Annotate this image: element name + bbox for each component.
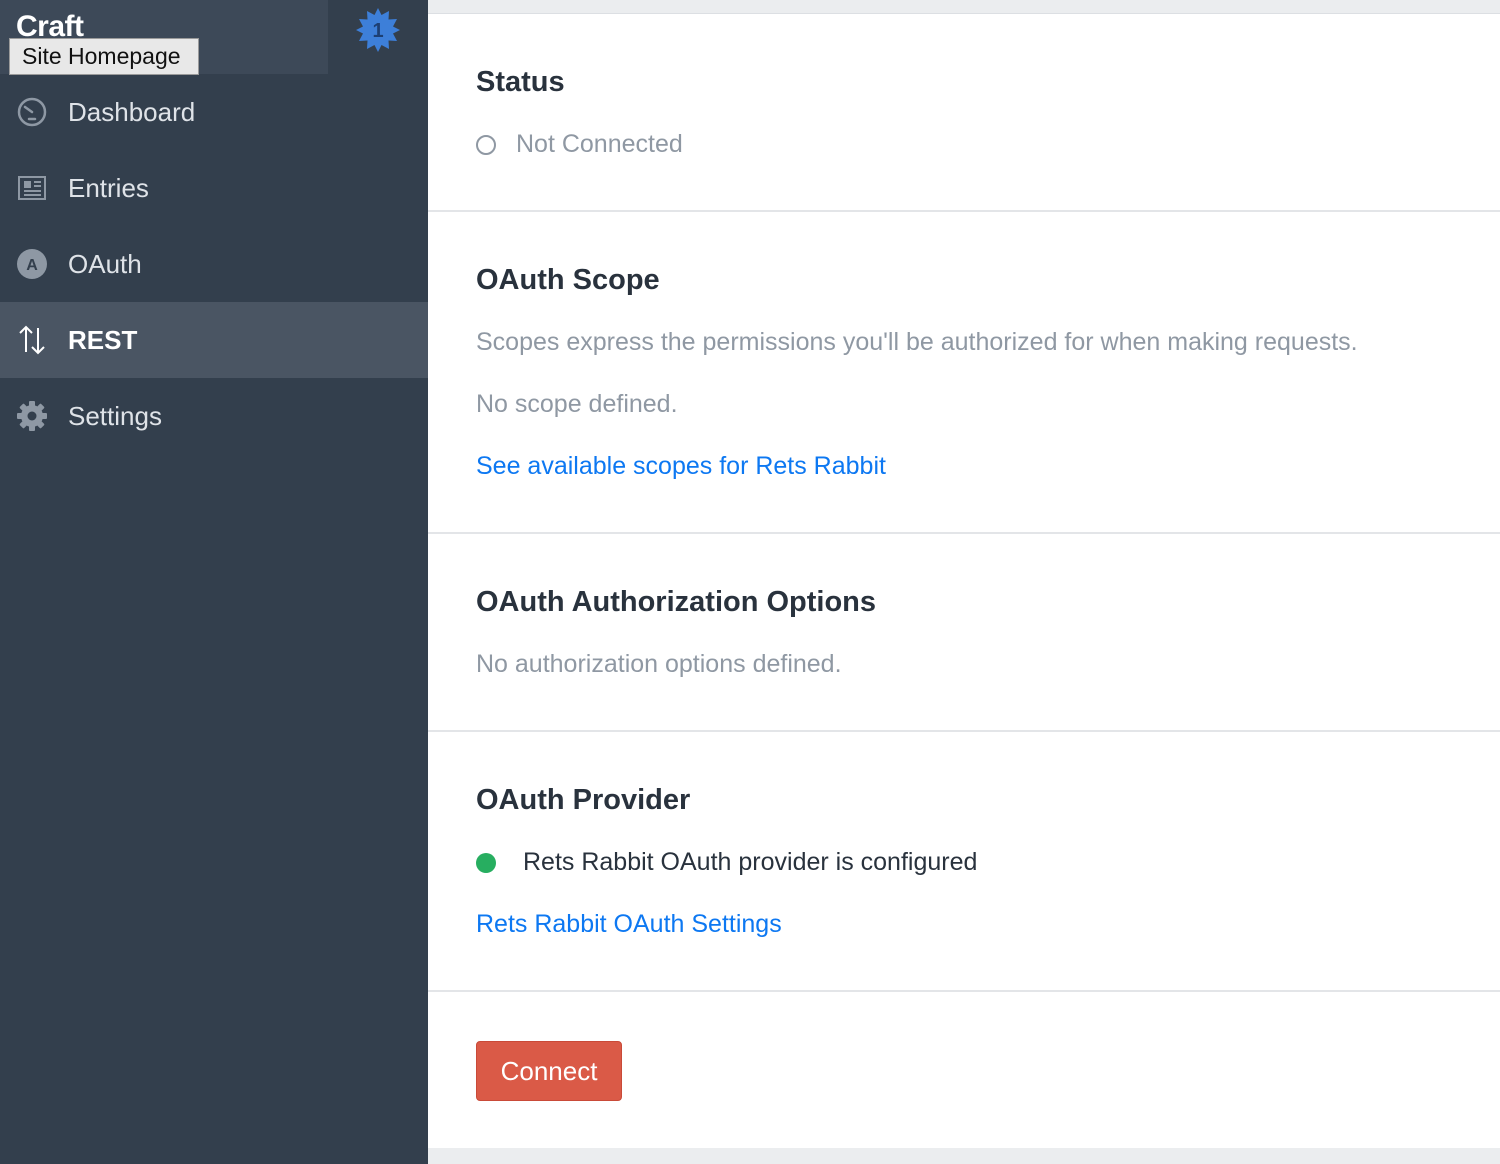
available-scopes-link[interactable]: See available scopes for Rets Rabbit [476,452,886,481]
newspaper-icon [16,172,48,204]
scope-title: OAuth Scope [476,264,660,296]
sidebar-item-label: OAuth [68,248,142,279]
sidebar-item-rest[interactable]: REST [0,302,428,378]
up-down-arrows-icon [16,324,48,356]
gauge-icon [16,96,48,128]
sidebar-item-label: Entries [68,172,149,203]
connect-button[interactable]: Connect [476,1041,622,1101]
site-homepage-tooltip: Site Homepage [9,38,199,75]
authorization-options-section: OAuth Authorization Options No authoriza… [428,534,1500,732]
sidebar-item-entries[interactable]: Entries [0,150,428,226]
oauth-icon-letter: A [26,257,38,274]
update-badge[interactable]: 1 [356,8,400,52]
connection-status: Not Connected [476,130,683,159]
starburst-badge-icon: 1 [356,8,400,52]
status-section: Status Not Connected [428,14,1500,212]
sidebar-item-dashboard[interactable]: Dashboard [0,74,428,150]
sidebar-item-label: REST [68,324,138,355]
provider-settings-link[interactable]: Rets Rabbit OAuth Settings [476,910,782,939]
authorization-options-title: OAuth Authorization Options [476,586,877,618]
sidebar-nav: Dashboard Entries A OAuth REST Settings [0,74,428,454]
status-title: Status [476,66,565,98]
sidebar-item-settings[interactable]: Settings [0,378,428,454]
main-content: Status Not Connected OAuth Scope Scopes … [428,13,1500,1148]
oauth-icon: A [16,248,48,280]
gear-icon [16,400,48,432]
scope-section: OAuth Scope Scopes express the permissio… [428,212,1500,534]
provider-title: OAuth Provider [476,784,691,816]
page-footer-strip [428,1148,1500,1164]
scope-description: Scopes express the permissions you'll be… [476,328,1358,356]
authorization-options-empty-message: No authorization options defined. [476,650,842,678]
provider-section: OAuth Provider Rets Rabbit OAuth provide… [428,732,1500,992]
sidebar-item-label: Dashboard [68,96,196,127]
status-empty-circle-icon [476,134,496,155]
status-value: Not Connected [516,130,683,158]
site-header[interactable]: Craft Site Homepage [0,0,328,75]
sidebar-item-label: Settings [68,400,162,431]
sidebar: Craft Site Homepage 1 Dashboard Entries … [0,0,428,1164]
status-green-dot-icon [476,852,496,873]
provider-status: Rets Rabbit OAuth provider is configured [476,848,977,877]
provider-status-text: Rets Rabbit OAuth provider is configured [523,848,978,876]
badge-count: 1 [372,20,383,42]
sidebar-item-oauth[interactable]: A OAuth [0,226,428,302]
scope-empty-message: No scope defined. [476,390,678,418]
